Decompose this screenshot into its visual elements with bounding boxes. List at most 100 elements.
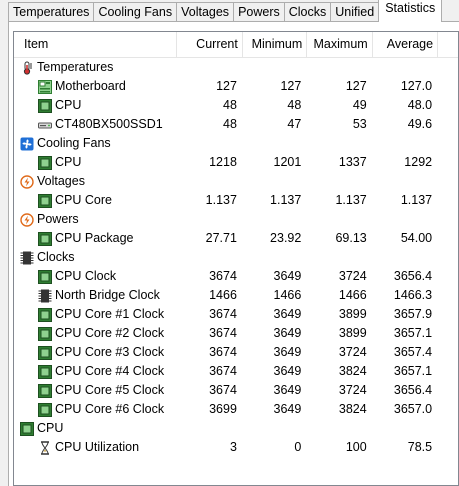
maximum-value: 1337 bbox=[338, 155, 367, 169]
table-row[interactable]: CPU Core 1.137 1.137 1.137 1.137 bbox=[14, 191, 458, 210]
maximum-value: 127 bbox=[345, 79, 367, 93]
row-filler bbox=[438, 305, 458, 324]
item-label: CT480BX500SSD1 bbox=[55, 117, 163, 131]
table-row[interactable]: CPU Core #3 Clock 3674 3649 3724 3657.4 bbox=[14, 343, 458, 362]
chipset-icon bbox=[38, 289, 52, 303]
table-row[interactable]: CT480BX500SSD1 48 47 53 49.6 bbox=[14, 115, 458, 134]
tab-cooling-fans[interactable]: Cooling Fans bbox=[93, 2, 178, 22]
average-value: 1.137 bbox=[400, 193, 433, 207]
minimum-value: 47 bbox=[287, 117, 302, 131]
column-header-current[interactable]: Current bbox=[177, 32, 243, 57]
table-row[interactable]: CPU Utilization 3 0 100 78.5 bbox=[14, 438, 458, 457]
column-header-item[interactable]: Item bbox=[14, 32, 178, 57]
tab-unified[interactable]: Unified bbox=[330, 2, 380, 22]
group-row[interactable]: Clocks bbox=[14, 248, 458, 267]
tab-powers[interactable]: Powers bbox=[233, 2, 285, 22]
row-filler bbox=[438, 381, 458, 400]
motherboard-icon bbox=[38, 79, 52, 94]
table-row[interactable]: North Bridge Clock 1466 1466 1466 1466.3 bbox=[14, 286, 458, 305]
table-row[interactable]: CPU 1218 1201 1337 1292 bbox=[14, 153, 458, 172]
minimum-value bbox=[243, 210, 307, 229]
tab-temperatures[interactable]: Temperatures bbox=[8, 2, 95, 22]
group-row[interactable]: Voltages bbox=[14, 172, 458, 191]
maximum-value bbox=[307, 210, 372, 229]
item-cell: CPU Core bbox=[14, 191, 178, 210]
item-cell: CPU Core #1 Clock bbox=[14, 305, 178, 324]
item-cell: CPU Core #3 Clock bbox=[14, 343, 178, 362]
tab-clocks[interactable]: Clocks bbox=[283, 2, 332, 22]
clock-chip-icon bbox=[20, 251, 34, 265]
current-value bbox=[177, 134, 242, 153]
average-value: 3657.0 bbox=[393, 402, 433, 416]
row-filler bbox=[438, 191, 458, 210]
item-label: Motherboard bbox=[55, 79, 126, 93]
current-value bbox=[177, 419, 242, 438]
item-label: CPU Utilization bbox=[55, 440, 140, 454]
thermometer-icon bbox=[20, 61, 34, 75]
item-cell: North Bridge Clock bbox=[14, 286, 178, 305]
maximum-value bbox=[307, 134, 372, 153]
average-value: 49.6 bbox=[407, 117, 433, 131]
minimum-value: 1201 bbox=[273, 155, 302, 169]
cpu-chip-icon bbox=[20, 421, 34, 436]
minimum-value bbox=[243, 134, 307, 153]
table-row[interactable]: CPU Clock 3674 3649 3724 3656.4 bbox=[14, 267, 458, 286]
item-cell: Clocks bbox=[14, 248, 177, 267]
item-cell: Voltages bbox=[14, 172, 177, 191]
average-value: 3657.9 bbox=[393, 307, 433, 321]
minimum-value: 3649 bbox=[273, 326, 302, 340]
item-label: Temperatures bbox=[37, 60, 114, 74]
item-label: Clocks bbox=[37, 250, 75, 264]
table-row[interactable]: Motherboard 127 127 127 127.0 bbox=[14, 77, 458, 96]
item-label: CPU bbox=[55, 155, 82, 169]
table-row[interactable]: CPU Core #6 Clock 3699 3649 3824 3657.0 bbox=[14, 400, 458, 419]
voltage-icon bbox=[20, 174, 34, 189]
item-label: CPU Core #1 Clock bbox=[55, 307, 165, 321]
current-value bbox=[177, 58, 242, 77]
table-row[interactable]: CPU 48 48 49 48.0 bbox=[14, 96, 458, 115]
current-value: 127 bbox=[216, 79, 237, 93]
current-value: 48 bbox=[223, 117, 237, 131]
group-row[interactable]: Cooling Fans bbox=[14, 134, 458, 153]
column-header-maximum[interactable]: Maximum bbox=[307, 32, 373, 57]
table-row[interactable]: CPU Core #1 Clock 3674 3649 3899 3657.9 bbox=[14, 305, 458, 324]
maximum-value: 100 bbox=[345, 440, 367, 454]
table-row[interactable]: CPU Package 27.71 23.92 69.13 54.00 bbox=[14, 229, 458, 248]
hwinfo-window: Temperatures Cooling Fans Voltages Power… bbox=[0, 0, 459, 486]
minimum-value: 48 bbox=[287, 98, 302, 112]
group-row[interactable]: CPU bbox=[14, 419, 458, 438]
current-value: 3674 bbox=[209, 307, 237, 321]
statistics-table[interactable]: Item Current Minimum Maximum Average Tem… bbox=[13, 31, 459, 486]
average-value: 1292 bbox=[404, 155, 433, 169]
item-cell: CPU Core #2 Clock bbox=[14, 324, 178, 343]
tab-voltages[interactable]: Voltages bbox=[176, 2, 235, 22]
group-row[interactable]: Temperatures bbox=[14, 58, 458, 77]
average-value bbox=[373, 248, 438, 267]
row-filler bbox=[438, 77, 458, 96]
table-row[interactable]: CPU Core #4 Clock 3674 3649 3824 3657.1 bbox=[14, 362, 458, 381]
table-row[interactable]: CPU Core #2 Clock 3674 3649 3899 3657.1 bbox=[14, 324, 458, 343]
table-row[interactable]: CPU Core #5 Clock 3674 3649 3724 3656.4 bbox=[14, 381, 458, 400]
minimum-value: 127 bbox=[280, 79, 302, 93]
tab-statistics[interactable]: Statistics bbox=[378, 0, 443, 22]
maximum-value: 3824 bbox=[338, 364, 367, 378]
cpu-chip-icon bbox=[38, 269, 52, 284]
column-header-minimum[interactable]: Minimum bbox=[243, 32, 308, 57]
column-header-average[interactable]: Average bbox=[373, 32, 439, 57]
item-cell: CPU Core #4 Clock bbox=[14, 362, 178, 381]
item-label: CPU Core #4 Clock bbox=[55, 364, 165, 378]
current-value bbox=[177, 248, 242, 267]
row-filler bbox=[438, 324, 458, 343]
row-filler bbox=[438, 343, 458, 362]
table-header: Item Current Minimum Maximum Average bbox=[14, 32, 458, 58]
item-label: CPU Core #6 Clock bbox=[55, 402, 165, 416]
item-cell: Motherboard bbox=[14, 77, 178, 96]
row-filler bbox=[438, 58, 458, 77]
average-value: 1466.3 bbox=[393, 288, 433, 302]
row-filler bbox=[438, 286, 458, 305]
fan-icon bbox=[20, 137, 34, 151]
maximum-value: 3724 bbox=[338, 345, 367, 359]
average-value: 78.5 bbox=[407, 440, 433, 454]
item-label: CPU Core #2 Clock bbox=[55, 326, 165, 340]
group-row[interactable]: Powers bbox=[14, 210, 458, 229]
